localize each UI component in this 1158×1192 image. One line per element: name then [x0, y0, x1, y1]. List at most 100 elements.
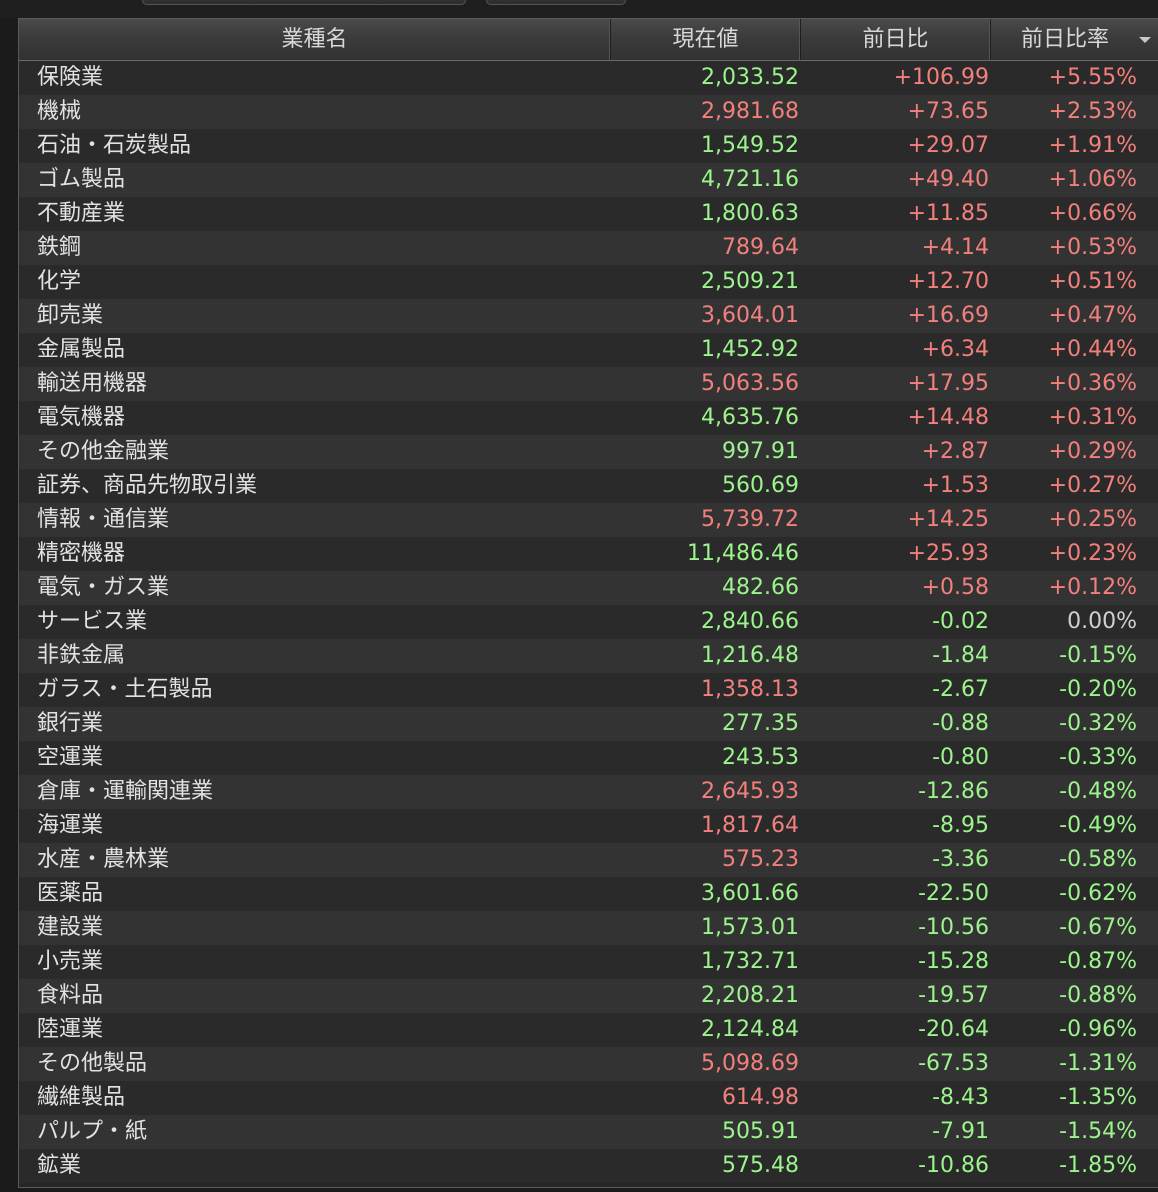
column-header-sector-name[interactable]: 業種名	[19, 19, 611, 60]
sector-name-cell: 電気・ガス業	[37, 575, 170, 600]
change-pct-cell: +0.47%	[1048, 303, 1137, 328]
table-row[interactable]: 鉄鋼 789.64 +4.14 +0.53%	[19, 231, 1158, 265]
table-row[interactable]: 電気・ガス業 482.66 +0.58 +0.12%	[19, 571, 1158, 605]
price-cell: 482.66	[722, 575, 799, 600]
change-cell: +25.93	[907, 541, 989, 566]
table-row[interactable]: 金属製品 1,452.92 +6.34 +0.44%	[19, 333, 1158, 367]
table-row[interactable]: 機械 2,981.68 +73.65 +2.53%	[19, 95, 1158, 129]
price-cell: 11,486.46	[687, 541, 799, 566]
table-row[interactable]: 海運業 1,817.64 -8.95 -0.49%	[19, 809, 1158, 843]
table-row[interactable]: 繊維製品 614.98 -8.43 -1.35%	[19, 1081, 1158, 1115]
price-cell: 1,573.01	[701, 915, 799, 940]
change-cell: +2.87	[921, 439, 989, 464]
price-cell: 1,358.13	[701, 677, 799, 702]
sector-name-cell: ゴム製品	[37, 167, 126, 192]
table-row[interactable]: 電気機器 4,635.76 +14.48 +0.31%	[19, 401, 1158, 435]
change-cell: -1.84	[932, 643, 989, 668]
table-row[interactable]: 陸運業 2,124.84 -20.64 -0.96%	[19, 1013, 1158, 1047]
table-row[interactable]: ゴム製品 4,721.16 +49.40 +1.06%	[19, 163, 1158, 197]
column-header-price[interactable]: 現在値	[611, 19, 801, 60]
change-pct-cell: +0.25%	[1048, 507, 1137, 532]
table-row[interactable]: 水産・農林業 575.23 -3.36 -0.58%	[19, 843, 1158, 877]
change-cell: -0.88	[932, 711, 989, 736]
price-cell: 1,817.64	[701, 813, 799, 838]
change-pct-cell: -0.20%	[1059, 677, 1137, 702]
sector-name-cell: その他製品	[37, 1051, 148, 1076]
price-cell: 3,601.66	[701, 881, 799, 906]
change-pct-cell: -0.15%	[1059, 643, 1137, 668]
change-cell: +12.70	[907, 269, 989, 294]
change-cell: -15.28	[918, 949, 989, 974]
sector-name-cell: 鉱業	[37, 1153, 82, 1178]
table-row[interactable]: 銀行業 277.35 -0.88 -0.32%	[19, 707, 1158, 741]
table-row[interactable]: 卸売業 3,604.01 +16.69 +0.47%	[19, 299, 1158, 333]
change-pct-cell: +2.53%	[1048, 99, 1137, 124]
sector-name-cell: 鉄鋼	[37, 235, 82, 260]
table-row[interactable]: 情報・通信業 5,739.72 +14.25 +0.25%	[19, 503, 1158, 537]
sector-name-cell: 海運業	[37, 813, 104, 838]
table-row[interactable]: 倉庫・運輸関連業 2,645.93 -12.86 -0.48%	[19, 775, 1158, 809]
table-row[interactable]: 鉱業 575.48 -10.86 -1.85%	[19, 1149, 1158, 1183]
sector-name-cell: 輸送用機器	[37, 371, 148, 396]
sector-name-cell: 空運業	[37, 745, 104, 770]
table-row[interactable]: 医薬品 3,601.66 -22.50 -0.62%	[19, 877, 1158, 911]
change-pct-cell: -0.88%	[1059, 983, 1137, 1008]
price-cell: 1,549.52	[701, 133, 799, 158]
price-cell: 3,604.01	[701, 303, 799, 328]
table-row[interactable]: その他製品 5,098.69 -67.53 -1.31%	[19, 1047, 1158, 1081]
change-cell: +4.14	[921, 235, 989, 260]
change-cell: -10.56	[918, 915, 989, 940]
price-cell: 1,732.71	[701, 949, 799, 974]
table-row[interactable]: 保険業 2,033.52 +106.99 +5.55%	[19, 61, 1158, 95]
price-cell: 2,208.21	[701, 983, 799, 1008]
change-pct-cell: -0.87%	[1059, 949, 1137, 974]
sector-name-cell: サービス業	[37, 609, 148, 634]
table-row[interactable]: 空運業 243.53 -0.80 -0.33%	[19, 741, 1158, 775]
sort-descending-icon	[1139, 37, 1151, 43]
table-row[interactable]: パルプ・紙 505.91 -7.91 -1.54%	[19, 1115, 1158, 1149]
table-row[interactable]: 小売業 1,732.71 -15.28 -0.87%	[19, 945, 1158, 979]
sector-name-cell: 石油・石炭製品	[37, 133, 192, 158]
table-row[interactable]: 化学 2,509.21 +12.70 +0.51%	[19, 265, 1158, 299]
price-cell: 5,098.69	[701, 1051, 799, 1076]
change-cell: -0.80	[932, 745, 989, 770]
price-cell: 614.98	[722, 1085, 799, 1110]
price-cell: 560.69	[722, 473, 799, 498]
top-dropdown-control[interactable]	[142, 0, 466, 5]
table-row[interactable]: 輸送用機器 5,063.56 +17.95 +0.36%	[19, 367, 1158, 401]
sector-name-cell: 食料品	[37, 983, 104, 1008]
price-cell: 997.91	[722, 439, 799, 464]
sector-name-cell: 情報・通信業	[37, 507, 170, 532]
sector-name-cell: その他金融業	[37, 439, 170, 464]
table-row[interactable]: 非鉄金属 1,216.48 -1.84 -0.15%	[19, 639, 1158, 673]
table-row[interactable]: 不動産業 1,800.63 +11.85 +0.66%	[19, 197, 1158, 231]
sector-name-cell: 化学	[37, 269, 82, 294]
table-row[interactable]: 建設業 1,573.01 -10.56 -0.67%	[19, 911, 1158, 945]
change-cell: +16.69	[907, 303, 989, 328]
sector-name-cell: 証券、商品先物取引業	[37, 473, 258, 498]
table-row[interactable]: 精密機器 11,486.46 +25.93 +0.23%	[19, 537, 1158, 571]
change-cell: -8.43	[932, 1085, 989, 1110]
change-cell: +6.34	[921, 337, 989, 362]
price-cell: 575.48	[722, 1153, 799, 1178]
price-cell: 2,840.66	[701, 609, 799, 634]
table-row[interactable]: 石油・石炭製品 1,549.52 +29.07 +1.91%	[19, 129, 1158, 163]
change-cell: -2.67	[932, 677, 989, 702]
price-cell: 1,216.48	[701, 643, 799, 668]
column-header-change-pct[interactable]: 前日比率	[991, 19, 1158, 60]
table-row[interactable]: ガラス・土石製品 1,358.13 -2.67 -0.20%	[19, 673, 1158, 707]
price-cell: 789.64	[722, 235, 799, 260]
change-pct-cell: -1.85%	[1059, 1153, 1137, 1178]
change-pct-cell: +0.53%	[1048, 235, 1137, 260]
price-cell: 505.91	[722, 1119, 799, 1144]
table-row[interactable]: 証券、商品先物取引業 560.69 +1.53 +0.27%	[19, 469, 1158, 503]
top-button-control[interactable]	[486, 0, 626, 5]
table-row[interactable]: その他金融業 997.91 +2.87 +0.29%	[19, 435, 1158, 469]
column-header-change[interactable]: 前日比	[801, 19, 991, 60]
change-pct-cell: +0.66%	[1048, 201, 1137, 226]
table-row[interactable]: サービス業 2,840.66 -0.02 0.00%	[19, 605, 1158, 639]
table-row[interactable]: 食料品 2,208.21 -19.57 -0.88%	[19, 979, 1158, 1013]
sector-name-cell: 医薬品	[37, 881, 104, 906]
change-cell: +49.40	[907, 167, 989, 192]
change-pct-cell: -0.49%	[1059, 813, 1137, 838]
